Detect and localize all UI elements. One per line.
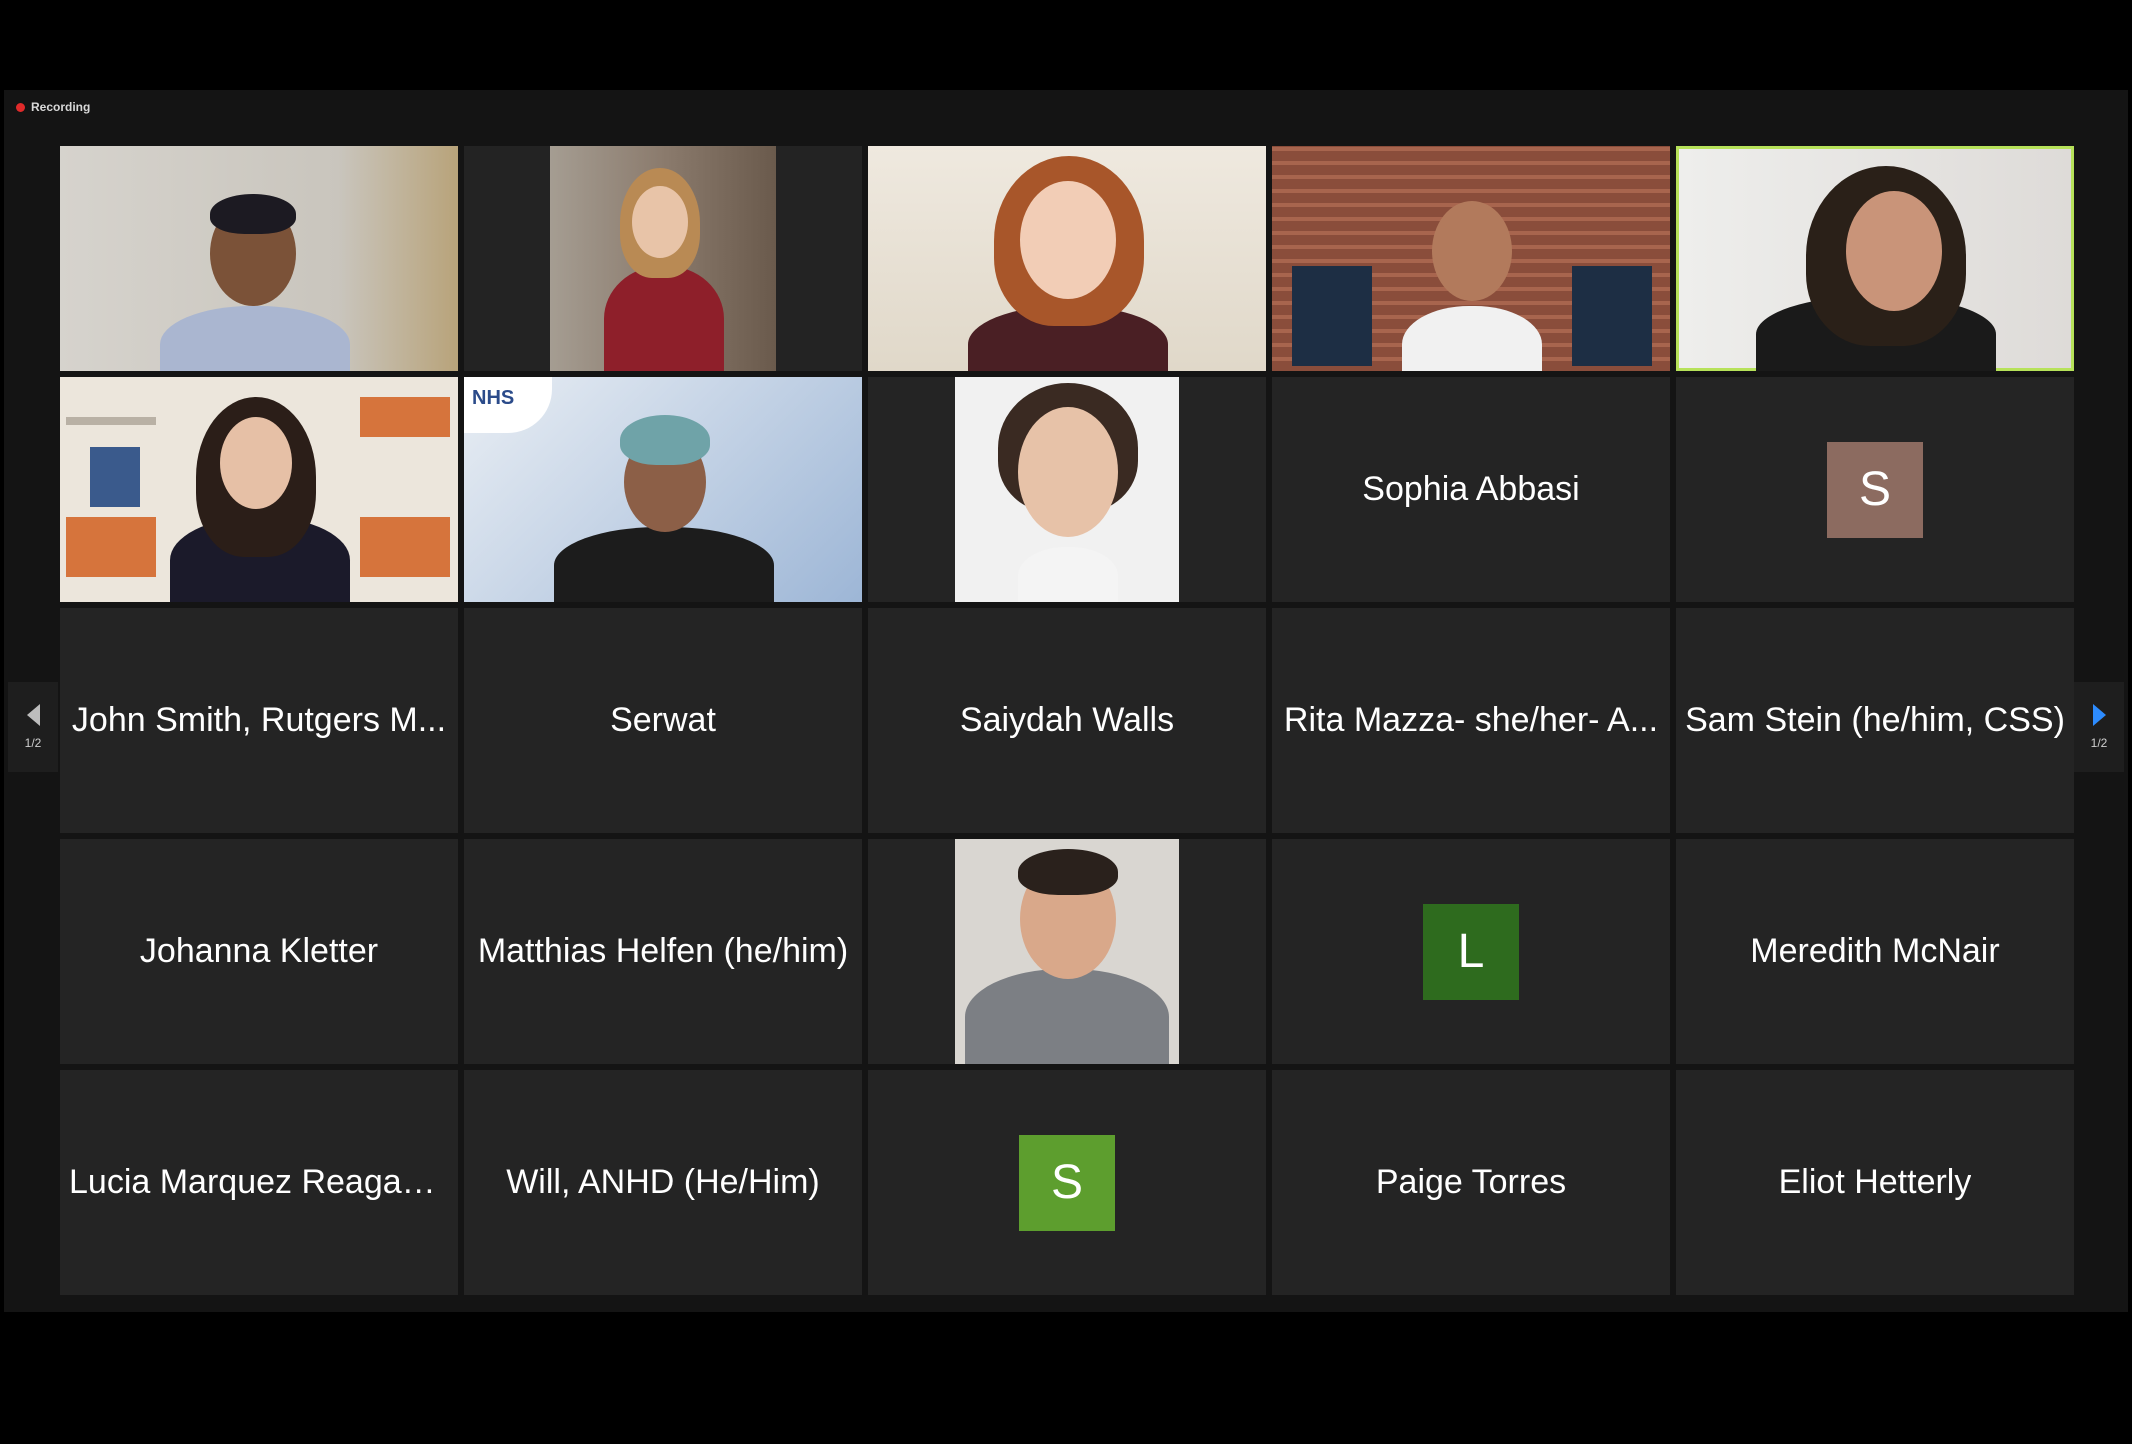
participant-name: Meredith McNair bbox=[1750, 932, 2000, 970]
chevron-right-icon bbox=[2092, 704, 2106, 726]
page-indicator-left: 1/2 bbox=[24, 736, 42, 750]
participant-tile-name[interactable]: Matthias Helfen (he/him) bbox=[464, 839, 862, 1064]
zoom-window: Recording 1/2 1/2 NHS Sophia Abbasi S Jo… bbox=[4, 4, 2128, 1440]
participant-name: Sophia Abbasi bbox=[1362, 470, 1580, 508]
previous-page-button[interactable]: 1/2 bbox=[8, 682, 58, 772]
participant-name: Saiydah Walls bbox=[959, 701, 1175, 739]
participant-name: Will, ANHD (He/Him) bbox=[506, 1163, 820, 1201]
participant-tile-name[interactable]: Lucia Marquez Reagan,... bbox=[60, 1070, 458, 1295]
participant-name: Serwat bbox=[610, 701, 716, 739]
participant-name: Rita Mazza- she/her- A... bbox=[1283, 701, 1659, 739]
participant-tile-video[interactable] bbox=[868, 146, 1266, 371]
participant-name: Sam Stein (he/him, CSS) bbox=[1685, 701, 2065, 739]
recording-label: Recording bbox=[31, 100, 91, 114]
participant-tile-name[interactable]: Johanna Kletter bbox=[60, 839, 458, 1064]
participant-tile-video[interactable] bbox=[1272, 146, 1670, 371]
participant-name: Paige Torres bbox=[1375, 1163, 1567, 1201]
gallery-view: Recording 1/2 1/2 NHS Sophia Abbasi S Jo… bbox=[4, 90, 2128, 1312]
participant-tile-avatar[interactable]: L bbox=[1272, 839, 1670, 1064]
participant-tile-photo[interactable] bbox=[868, 839, 1266, 1064]
organization-logo: NHS bbox=[472, 387, 515, 409]
participant-tile-name[interactable]: John Smith, Rutgers M... bbox=[60, 608, 458, 833]
avatar: S bbox=[1019, 1134, 1115, 1231]
participant-tile-name[interactable]: Will, ANHD (He/Him) bbox=[464, 1070, 862, 1295]
participant-tile-name[interactable]: Eliot Hetterly bbox=[1676, 1070, 2074, 1295]
participant-tile-avatar[interactable]: S bbox=[868, 1070, 1266, 1295]
participant-grid: NHS Sophia Abbasi S John Smith, Rutgers … bbox=[60, 146, 2074, 1295]
participant-name: Johanna Kletter bbox=[139, 932, 379, 970]
participant-tile-name[interactable]: Rita Mazza- she/her- A... bbox=[1272, 608, 1670, 833]
page-indicator-right: 1/2 bbox=[2090, 736, 2108, 750]
participant-name: Lucia Marquez Reagan,... bbox=[69, 1163, 449, 1201]
participant-tile-video-active-speaker[interactable] bbox=[1676, 146, 2074, 371]
participant-tile-name[interactable]: Saiydah Walls bbox=[868, 608, 1266, 833]
participant-tile-video[interactable] bbox=[60, 377, 458, 602]
participant-name: Matthias Helfen (he/him) bbox=[477, 932, 849, 970]
next-page-button[interactable]: 1/2 bbox=[2074, 682, 2124, 772]
participant-tile-name[interactable]: Serwat bbox=[464, 608, 862, 833]
avatar: L bbox=[1423, 903, 1519, 1000]
participant-tile-name[interactable]: Meredith McNair bbox=[1676, 839, 2074, 1064]
avatar: S bbox=[1827, 441, 1923, 538]
participant-name: John Smith, Rutgers M... bbox=[71, 701, 447, 739]
recording-indicator: Recording bbox=[16, 100, 90, 114]
participant-tile-name[interactable]: Sophia Abbasi bbox=[1272, 377, 1670, 602]
participant-name: Eliot Hetterly bbox=[1778, 1163, 1972, 1201]
participant-tile-photo[interactable] bbox=[868, 377, 1266, 602]
chevron-left-icon bbox=[26, 704, 40, 726]
participant-tile-video[interactable] bbox=[464, 146, 862, 371]
recording-dot-icon bbox=[16, 102, 25, 112]
participant-tile-name[interactable]: Sam Stein (he/him, CSS) bbox=[1676, 608, 2074, 833]
participant-tile-video[interactable]: NHS bbox=[464, 377, 862, 602]
participant-tile-video[interactable] bbox=[60, 146, 458, 371]
participant-tile-avatar[interactable]: S bbox=[1676, 377, 2074, 602]
participant-tile-name[interactable]: Paige Torres bbox=[1272, 1070, 1670, 1295]
